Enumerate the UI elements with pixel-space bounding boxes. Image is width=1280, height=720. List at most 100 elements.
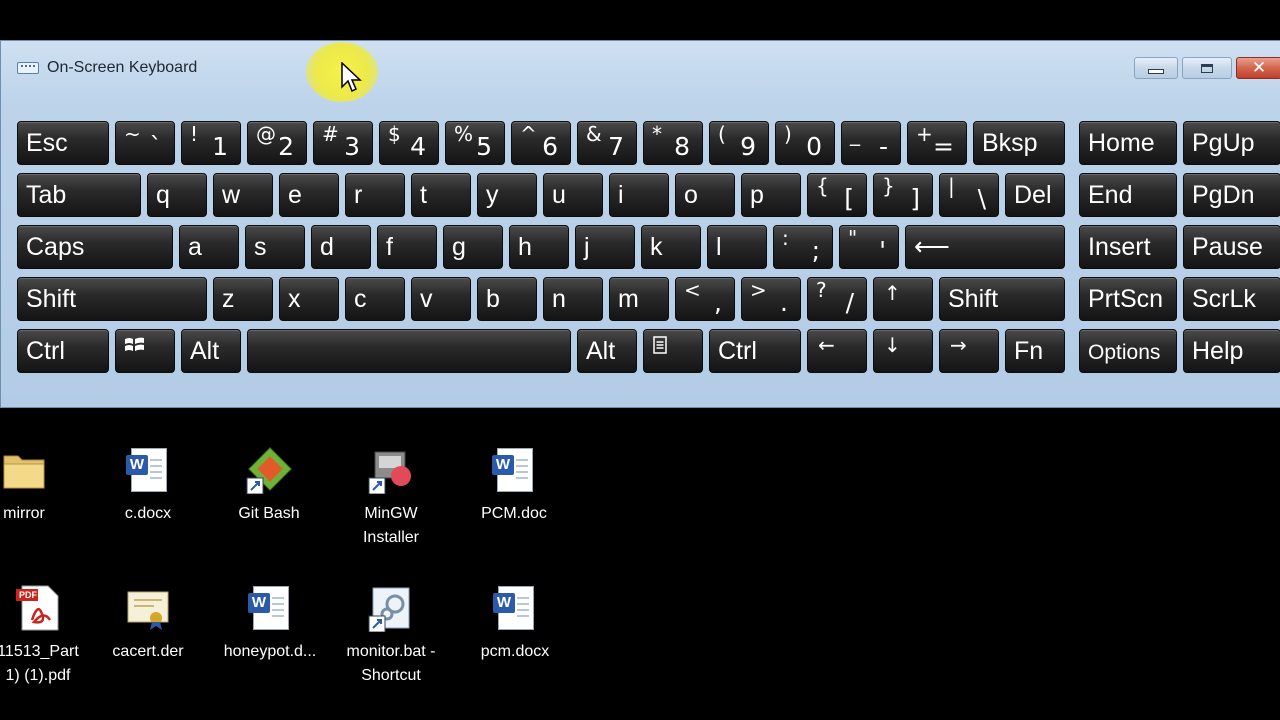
key-s[interactable]: s [245,225,305,269]
key-t[interactable]: t [411,173,471,217]
key-insert[interactable]: Insert [1079,225,1177,269]
key-prtscn[interactable]: PrtScn [1079,277,1177,321]
maximize-button[interactable] [1182,57,1232,79]
desktop-icon-label: 11513_Part 1) (1).pdf [0,643,79,684]
key-esc[interactable]: Esc [17,121,109,165]
key-l[interactable]: l [707,225,767,269]
key-help[interactable]: Help [1183,329,1280,373]
key-2[interactable]: @2 [247,121,307,165]
key-shift-left[interactable]: Shift [17,277,207,321]
key-r[interactable]: r [345,173,405,217]
key-a[interactable]: a [179,225,239,269]
key-6[interactable]: ^ 6 [511,121,571,165]
key-fn[interactable]: Fn [1005,329,1065,373]
key-comma[interactable]: <, [675,277,735,321]
key-quote[interactable]: " ' [839,225,899,269]
key-down-arrow[interactable]: ↓ [873,329,933,373]
key-g[interactable]: g [443,225,503,269]
desktop-icon-cacert-der[interactable]: cacert.der [92,584,204,664]
key-enter[interactable]: ⟵ [905,225,1065,269]
key-ctrl-left[interactable]: Ctrl [17,329,109,373]
key-h[interactable]: h [509,225,569,269]
key-7[interactable]: & 7 [577,121,637,165]
key-minus[interactable]: _ - [841,121,901,165]
key-close-bracket[interactable]: }] [873,173,933,217]
key-label: ScrLk [1192,285,1256,313]
key-semicolon[interactable]: :; [773,225,833,269]
key-z[interactable]: z [213,277,273,321]
key-3[interactable]: #3 [313,121,373,165]
key-backslash[interactable]: | \ [939,173,999,217]
key-5[interactable]: % 5 [445,121,505,165]
key-backspace[interactable]: Bksp [973,121,1065,165]
desktop-icon-pcm-docx[interactable]: Wpcm.docx [459,584,571,664]
key-8[interactable]: * 8 [643,121,703,165]
desktop-icon-git-bash[interactable]: Git Bash [213,446,325,526]
key-pause[interactable]: Pause [1183,225,1280,269]
key-i[interactable]: i [609,173,669,217]
key-shift-label: ? [816,278,827,302]
key-backtick[interactable]: ~ ` [115,121,175,165]
key-space[interactable] [247,329,571,373]
key-x[interactable]: x [279,277,339,321]
key-b[interactable]: b [477,277,537,321]
key-u[interactable]: u [543,173,603,217]
key-shift-label: _ [850,122,860,146]
key-open-bracket[interactable]: {[ [807,173,867,217]
title-bar[interactable]: On-Screen Keyboard ✕ [1,41,1280,93]
minimize-button[interactable] [1134,57,1178,79]
key-label: Pause [1192,233,1263,261]
key-y[interactable]: y [477,173,537,217]
key-ctrl-right[interactable]: Ctrl [709,329,801,373]
desktop-icon-c-docx[interactable]: Wc.docx [92,446,204,526]
desktop-icon-pcm-doc[interactable]: W PCM.doc [458,446,570,526]
key-p[interactable]: p [741,173,801,217]
key-pgdn[interactable]: PgDn [1183,173,1280,217]
key-right-arrow[interactable]: → [939,329,999,373]
key-end[interactable]: End [1079,173,1177,217]
key-pgup[interactable]: PgUp [1183,121,1280,165]
key-label: Caps [26,233,85,261]
key-k[interactable]: k [641,225,701,269]
desktop-icon-pdf-part[interactable]: PDF 11513_Part 1) (1).pdf [0,584,94,688]
key-label: 8 [674,132,690,161]
key-alt-left[interactable]: Alt [181,329,241,373]
key-j[interactable]: j [575,225,635,269]
key-d[interactable]: d [311,225,371,269]
key-scrlk[interactable]: ScrLk [1183,277,1280,321]
desktop-icon-honeypot-doc[interactable]: Whoneypot.d... [214,584,326,664]
key-left-arrow[interactable]: ← [807,329,867,373]
key-f[interactable]: f [377,225,437,269]
key-shift-label: % [454,122,474,146]
desktop-icon-mingw-installer[interactable]: MinGW Installer [335,446,447,550]
key-w[interactable]: w [213,173,273,217]
desktop-icon-monitor-bat[interactable]: monitor.bat - Shortcut [335,584,447,688]
key-equals[interactable]: + = [907,121,967,165]
key-windows[interactable] [115,329,175,373]
key-q[interactable]: q [147,173,207,217]
key-up-arrow[interactable]: ↑ [873,277,933,321]
key-menu[interactable] [643,329,703,373]
key-c[interactable]: c [345,277,405,321]
key-options[interactable]: Options [1079,329,1177,373]
key-home[interactable]: Home [1079,121,1177,165]
key-v[interactable]: v [411,277,471,321]
key-o[interactable]: o [675,173,735,217]
close-button[interactable]: ✕ [1236,57,1280,79]
key-label: Fn [1014,337,1044,365]
key-shift-right[interactable]: Shift [939,277,1065,321]
key-4[interactable]: $4 [379,121,439,165]
key-tab[interactable]: Tab [17,173,141,217]
key-9[interactable]: (9 [709,121,769,165]
desktop-icon-mirror[interactable]: mirror [0,446,80,526]
key-1[interactable]: ! 1 [181,121,241,165]
key-alt-right[interactable]: Alt [577,329,637,373]
key-caps[interactable]: Caps [17,225,173,269]
key-0[interactable]: ) 0 [775,121,835,165]
key-slash[interactable]: ? / [807,277,867,321]
key-m[interactable]: m [609,277,669,321]
key-e[interactable]: e [279,173,339,217]
key-period[interactable]: >. [741,277,801,321]
key-del[interactable]: Del [1005,173,1065,217]
key-n[interactable]: n [543,277,603,321]
